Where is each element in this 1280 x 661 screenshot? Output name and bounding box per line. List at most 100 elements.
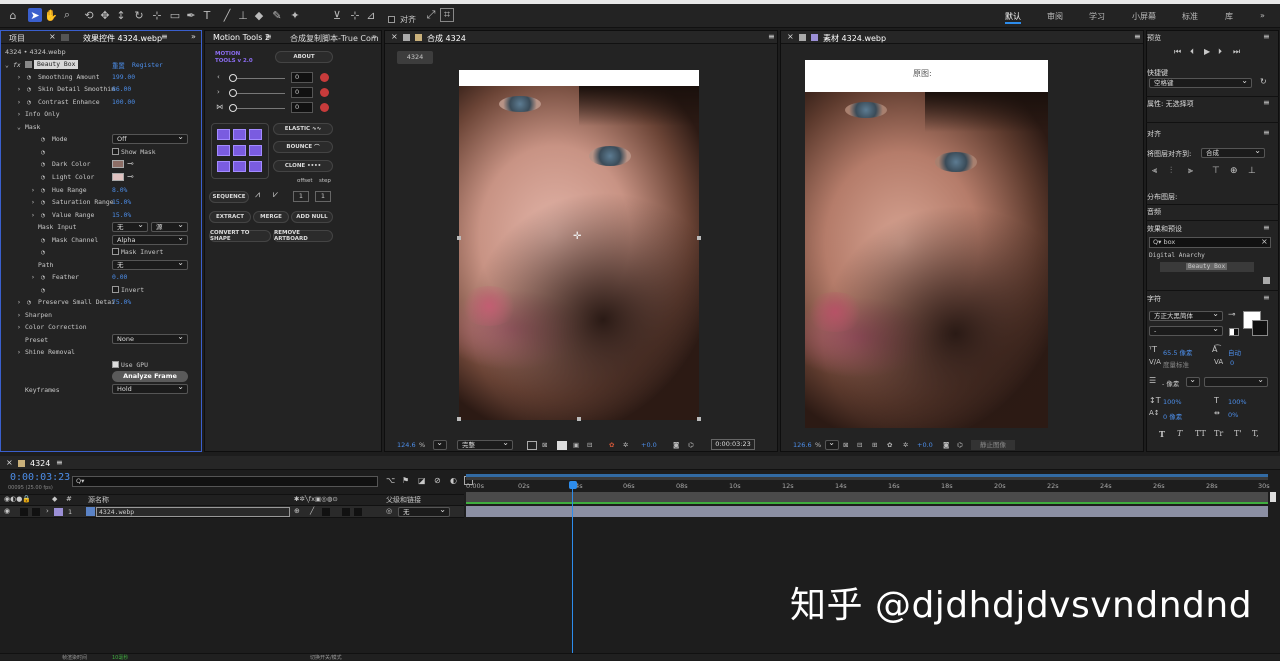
effect-header-row[interactable]: ⌄ fx Beauty Box 重置 Register xyxy=(1,59,201,72)
font-size-value[interactable]: 65.5 像素 xyxy=(1163,347,1193,357)
stopwatch-icon[interactable]: ◔ xyxy=(41,160,45,168)
subscript-button[interactable]: T, xyxy=(1252,429,1259,438)
timeline-timecode[interactable]: 0:00:03:23 xyxy=(10,472,70,483)
param-value[interactable]: 15.0% xyxy=(112,198,131,206)
group-row[interactable]: › Color Correction xyxy=(1,321,201,334)
type-tool-icon[interactable]: T xyxy=(200,8,214,22)
group-row[interactable]: › Sharpen xyxy=(1,309,201,322)
frame-blending-icon[interactable]: ⊘ xyxy=(434,476,441,485)
elastic-button[interactable]: ELASTIC ∿∿ xyxy=(273,123,333,135)
layer-name[interactable]: 4324.webp xyxy=(96,507,290,517)
color-management-icon[interactable]: ✿ xyxy=(609,441,614,449)
transparency-grid-icon[interactable]: ⊠ xyxy=(843,441,848,449)
param-value[interactable]: 0.00 xyxy=(112,273,127,281)
effects-item[interactable]: Beauty Box xyxy=(1186,263,1228,270)
chevron-down-icon[interactable]: ⌄ xyxy=(5,61,9,69)
quality-switch[interactable]: ╱ xyxy=(310,507,314,515)
tracking-value[interactable]: 0 xyxy=(1230,359,1234,367)
stopwatch-icon[interactable]: ◔ xyxy=(41,186,45,194)
transform-handle[interactable] xyxy=(457,236,461,240)
param-value[interactable]: 15.0% xyxy=(112,211,131,219)
first-frame-icon[interactable]: ⏮ xyxy=(1174,47,1181,57)
param-value[interactable]: 8.0% xyxy=(112,186,127,194)
snapshot-icon[interactable]: ◙ xyxy=(943,441,949,449)
leading-value[interactable]: 自动 xyxy=(1228,347,1241,357)
stopwatch-icon[interactable]: ◔ xyxy=(27,73,31,81)
sequence-offset-field[interactable]: 1 xyxy=(293,191,309,202)
faux-bold-button[interactable]: T xyxy=(1159,429,1165,439)
chevron-right-icon[interactable]: › xyxy=(17,110,21,118)
show-snapshot-icon[interactable]: ⌬ xyxy=(688,441,694,449)
stopwatch-icon[interactable]: ◔ xyxy=(41,211,45,219)
workspace-learn[interactable]: 学习 xyxy=(1089,11,1105,22)
current-time-field[interactable]: 0:00:03:23 xyxy=(711,439,755,450)
stroke-unit-dropdown[interactable] xyxy=(1186,376,1200,387)
exposure-value[interactable]: +0.0 xyxy=(641,441,657,449)
shortcut-dropdown[interactable]: 空格键 xyxy=(1149,77,1252,88)
tab-timeline[interactable]: 4324 xyxy=(30,459,50,468)
align-right-icon[interactable]: ⫸ xyxy=(1188,166,1193,176)
exposure-icon[interactable]: ✲ xyxy=(623,441,628,449)
add-null-button[interactable]: ADD NULL xyxy=(291,211,333,223)
tab-project[interactable]: 项目 xyxy=(9,33,25,44)
zoom-tool-icon[interactable]: ⌕ xyxy=(60,8,74,22)
ease-in-field[interactable]: 0 xyxy=(291,72,313,83)
invert-checkbox[interactable] xyxy=(112,286,119,293)
small-caps-button[interactable]: Tr xyxy=(1214,429,1223,438)
track-camera-icon[interactable]: ↕ xyxy=(114,8,128,22)
close-icon[interactable]: × xyxy=(49,32,56,41)
fx-icon[interactable]: fx xyxy=(13,61,21,69)
zoom-dropdown[interactable] xyxy=(825,439,839,450)
chevron-right-icon[interactable]: › xyxy=(31,211,35,219)
zoom-value[interactable]: 124.6 xyxy=(397,441,416,449)
axis-local-icon[interactable]: ⊻ xyxy=(330,8,344,22)
apply-ease-out-button[interactable] xyxy=(320,88,329,97)
merge-button[interactable]: MERGE xyxy=(253,211,289,223)
channel-icon[interactable]: ⊟ xyxy=(587,441,592,449)
mode-dropdown[interactable]: Off xyxy=(112,133,188,144)
stroke-width-value[interactable]: - 像素 xyxy=(1162,378,1179,388)
anchor-bottom-right[interactable] xyxy=(249,161,262,172)
stopwatch-icon[interactable]: ◔ xyxy=(41,236,45,244)
play-icon[interactable]: ▶ xyxy=(1204,47,1210,56)
parent-header[interactable]: 父级和链接 xyxy=(386,495,421,505)
effects-search-input[interactable]: Q▾ box xyxy=(1149,237,1271,248)
next-frame-icon[interactable]: ⏵ xyxy=(1218,47,1222,57)
tab-footage[interactable]: 素材 4324.webp xyxy=(823,33,886,44)
superscript-button[interactable]: T' xyxy=(1234,429,1242,438)
bounce-button[interactable]: BOUNCE ⌒ xyxy=(273,141,333,153)
snap-checkbox[interactable] xyxy=(388,16,395,23)
ease-out-field[interactable]: 0 xyxy=(291,87,313,98)
path-dropdown[interactable]: 无 xyxy=(112,259,188,270)
panel-menu-icon[interactable]: ≡ xyxy=(1263,128,1270,137)
param-value[interactable]: 199.00 xyxy=(112,73,135,81)
tab-effect-controls[interactable]: 效果控件 4324.webp xyxy=(83,33,162,44)
color-management-icon[interactable]: ✿ xyxy=(887,441,892,449)
preset-dropdown[interactable]: None xyxy=(112,333,188,344)
anchor-bottom[interactable] xyxy=(233,161,246,172)
chevron-right-icon[interactable]: › xyxy=(17,73,21,81)
reset-link[interactable]: 重置 xyxy=(112,61,125,70)
eyedropper-icon[interactable]: ⊸ xyxy=(127,172,134,181)
sequence-reverse-icon[interactable]: ⩗ xyxy=(273,190,278,200)
panel-menu-icon[interactable]: ≡ xyxy=(161,32,168,41)
playhead-line[interactable] xyxy=(572,489,573,660)
effects-switch[interactable] xyxy=(322,508,330,516)
timeline-search-input[interactable]: Q▾ xyxy=(72,476,378,487)
lock-icon[interactable] xyxy=(61,34,69,41)
work-area-end-handle[interactable] xyxy=(1270,492,1276,502)
loop-icon[interactable]: ↻ xyxy=(1260,77,1267,86)
playhead-handle[interactable] xyxy=(569,481,577,489)
guides-icon[interactable]: ⊟ xyxy=(857,441,862,449)
workspace-small-screen[interactable]: 小屏幕 xyxy=(1132,11,1156,22)
parent-dropdown[interactable]: 无 xyxy=(398,506,450,517)
remove-artboard-button[interactable]: REMOVE ARTBOARD xyxy=(273,230,333,242)
last-frame-icon[interactable]: ⏭ xyxy=(1233,47,1240,57)
align-top-icon[interactable]: ⊤ xyxy=(1212,166,1220,176)
stopwatch-icon[interactable]: ◔ xyxy=(41,135,45,143)
font-style-dropdown[interactable]: - xyxy=(1149,325,1223,336)
anchor-icon[interactable]: ⊹ xyxy=(150,8,164,22)
motion-blur-icon[interactable]: ◐ xyxy=(450,476,457,485)
chevron-right-icon[interactable]: › xyxy=(17,323,21,331)
exposure-icon[interactable]: ✲ xyxy=(903,441,908,449)
